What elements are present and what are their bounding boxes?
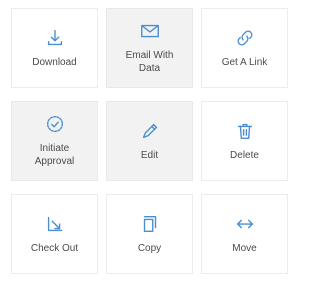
copy-icon xyxy=(138,212,162,236)
delete-label: Delete xyxy=(230,149,259,161)
download-icon xyxy=(43,26,67,50)
move-icon xyxy=(233,212,257,236)
email-with-data-label: Email With Data xyxy=(125,50,174,74)
check-out-label: Check Out xyxy=(30,242,79,254)
actions-grid: Download Email With Data Get A Link Init… xyxy=(11,8,291,274)
copy-button[interactable]: Copy xyxy=(106,194,193,274)
get-a-link-button[interactable]: Get A Link xyxy=(201,8,288,88)
checkout-icon xyxy=(43,212,67,236)
check-circle-icon xyxy=(43,112,67,136)
initiate-approval-button[interactable]: Initiate Approval xyxy=(11,101,98,181)
move-label: Move xyxy=(232,242,257,254)
check-out-button[interactable]: Check Out xyxy=(11,194,98,274)
edit-button[interactable]: Edit xyxy=(106,101,193,181)
email-with-data-button[interactable]: Email With Data xyxy=(106,8,193,88)
download-button[interactable]: Download xyxy=(11,8,98,88)
get-a-link-label: Get A Link xyxy=(221,56,268,68)
initiate-approval-label: Initiate Approval xyxy=(34,143,75,167)
edit-label: Edit xyxy=(140,149,159,161)
link-icon xyxy=(233,26,257,50)
mail-icon xyxy=(138,19,162,43)
copy-label: Copy xyxy=(137,242,162,254)
pencil-icon xyxy=(138,119,162,143)
download-label: Download xyxy=(32,56,77,68)
delete-button[interactable]: Delete xyxy=(201,101,288,181)
move-button[interactable]: Move xyxy=(201,194,288,274)
trash-icon xyxy=(233,119,257,143)
